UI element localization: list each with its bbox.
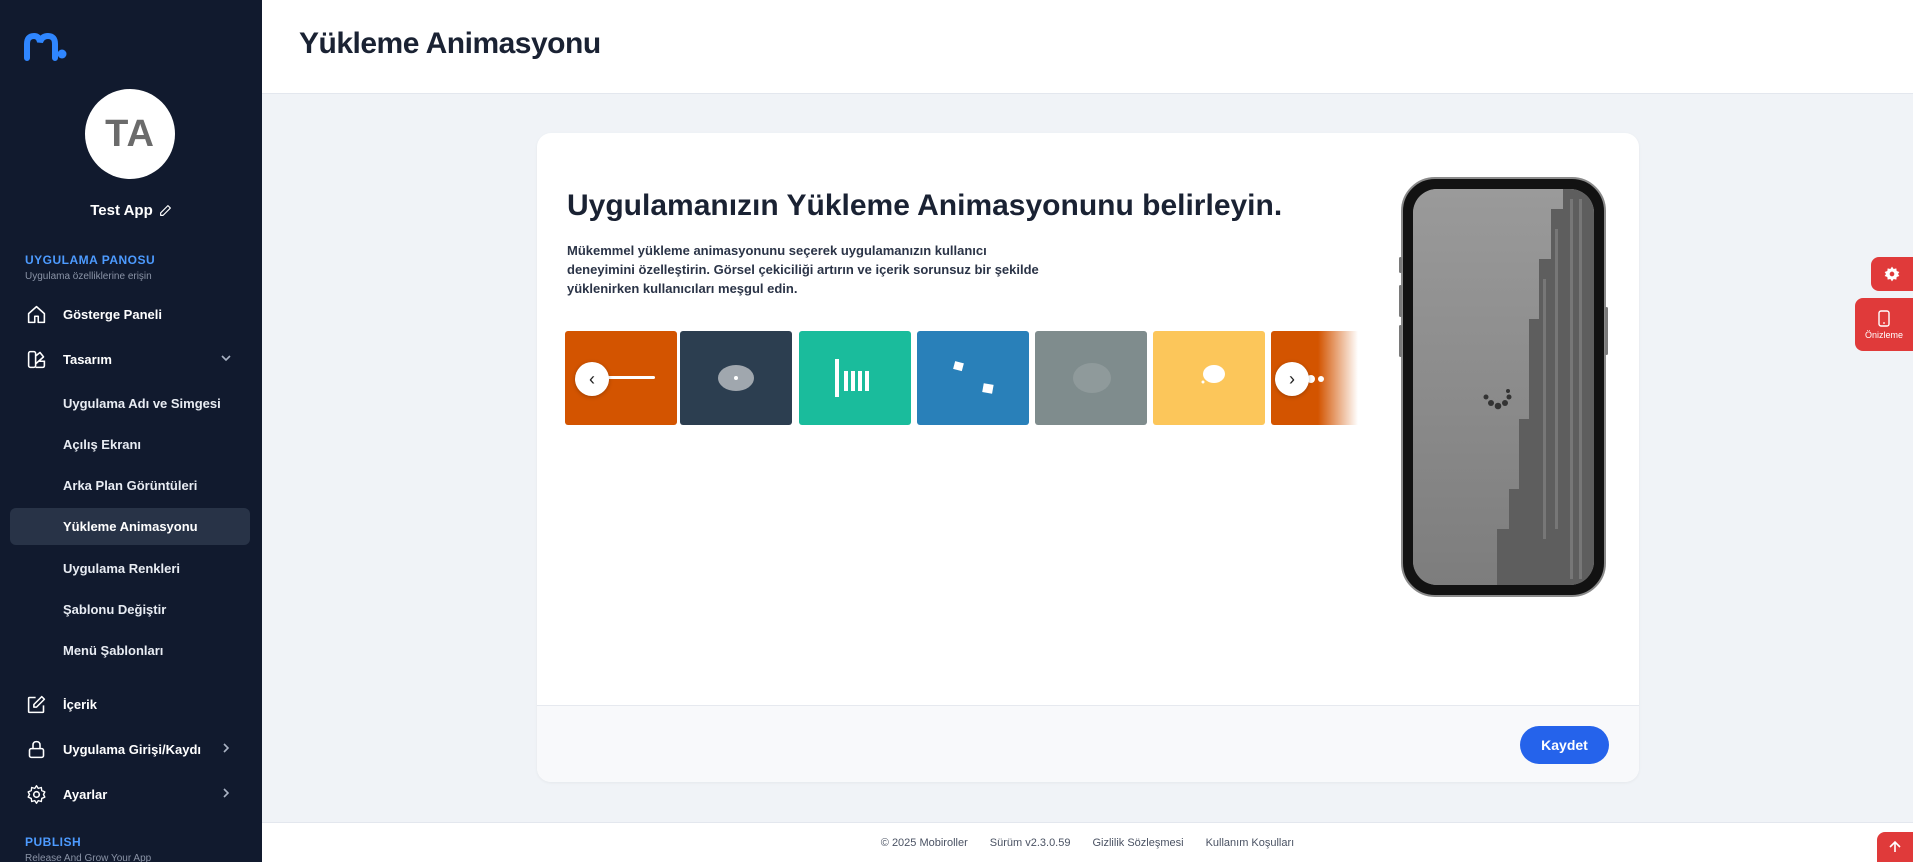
animation-option-6[interactable] [1153,331,1265,425]
app-name: Test App [90,202,153,219]
sidebar-item-login[interactable]: Uygulama Girişi/Kaydı [10,730,250,768]
home-icon [25,303,47,325]
sidebar-subitem-splash-screen[interactable]: Açılış Ekranı [10,426,250,463]
avatar[interactable]: TA [85,89,175,179]
phone-button [1399,325,1402,357]
arrow-up-icon [1889,840,1901,852]
sidebar-item-label: Uygulama Girişi/Kaydı [63,741,201,757]
phone-button [1399,257,1402,273]
animation-option-4[interactable] [917,331,1029,425]
sidebar-item-label: Ayarlar [63,786,108,802]
footer-copyright: © 2025 Mobiroller [880,836,968,849]
carousel-next-button[interactable]: › [1275,362,1309,396]
loading-animation-card: Uygulamanızın Yükleme Animasyonunu belir… [537,133,1639,782]
footer-privacy-link[interactable]: Gizlilik Sözleşmesi [1092,837,1183,849]
phone-button [1605,307,1608,355]
sidebar-subitem-change-template[interactable]: Şablonu Değiştir [10,591,250,628]
sidebar: TA Test App UYGULAMA PANOSU Uygulama öze… [0,0,262,862]
phone-preview [1399,177,1608,597]
edit-icon [25,693,47,715]
floating-settings-button[interactable] [1871,257,1913,291]
smartphone-icon [1878,309,1890,327]
animation-option-5[interactable] [1035,331,1147,425]
sidebar-item-design[interactable]: Tasarım [10,340,250,378]
sidebar-subitem-menu-templates[interactable]: Menü Şablonları [10,632,250,669]
palette-icon [25,348,47,370]
page-footer: © 2025 Mobiroller Sürüm v2.3.0.59 Gizlil… [262,822,1913,862]
animation-option-2[interactable] [680,331,792,425]
animation-option-3[interactable] [799,331,911,425]
animation-carousel[interactable]: ‹ › [565,325,1358,435]
page-title: Yükleme Animasyonu [299,27,601,60]
sidebar-item-label: İçerik [63,696,97,712]
section-title-publish: PUBLISH [25,835,82,849]
preview-label: Önizleme [1864,329,1903,340]
chevron-down-icon [221,355,231,362]
scroll-to-top-button[interactable] [1877,832,1913,862]
sidebar-subitem-app-colors[interactable]: Uygulama Renkleri [10,550,250,587]
mobiroller-logo[interactable] [24,32,68,62]
app-name-row[interactable]: Test App [0,202,262,219]
footer-terms-link[interactable]: Kullanım Koşulları [1206,837,1295,849]
top-header: Yükleme Animasyonu [262,0,1913,94]
gear-icon [25,783,47,805]
sidebar-subitem-loading-animation[interactable]: Yükleme Animasyonu [10,508,250,545]
pencil-icon[interactable] [159,204,172,217]
sidebar-item-settings[interactable]: Ayarlar [10,775,250,813]
sidebar-subitem-app-name-icon[interactable]: Uygulama Adı ve Simgesi [10,385,250,422]
gear-icon [1884,266,1900,282]
section-title-dashboard: UYGULAMA PANOSU [25,253,156,267]
card-heading: Uygulamanızın Yükleme Animasyonunu belir… [567,189,1283,222]
card-description: Mükemmel yükleme animasyonunu seçerek uy… [567,243,1039,296]
phone-screen [1413,189,1594,585]
footer-version: Sürüm v2.3.0.59 [989,836,1071,849]
chevron-right-icon [223,788,230,798]
city-background-image [1413,189,1594,585]
card-footer: Kaydet [537,705,1639,782]
sidebar-item-content[interactable]: İçerik [10,685,250,723]
chevron-right-icon [223,743,230,753]
section-subtitle-publish: Release And Grow Your App [25,853,152,862]
sidebar-subitem-background-images[interactable]: Arka Plan Görüntüleri [10,467,250,504]
sidebar-item-label: Gösterge Paneli [63,306,162,322]
sidebar-item-dashboard[interactable]: Gösterge Paneli [10,295,250,333]
carousel-prev-button[interactable]: ‹ [575,362,609,396]
carousel-fade [1318,325,1358,435]
section-subtitle-dashboard: Uygulama özelliklerine erişin [25,271,152,282]
loading-dots-icon [1483,389,1512,410]
lock-icon [25,738,47,760]
sidebar-item-label: Tasarım [63,351,112,367]
phone-button [1399,285,1402,317]
floating-preview-button[interactable]: Önizleme [1855,298,1913,351]
save-button[interactable]: Kaydet [1520,726,1609,764]
